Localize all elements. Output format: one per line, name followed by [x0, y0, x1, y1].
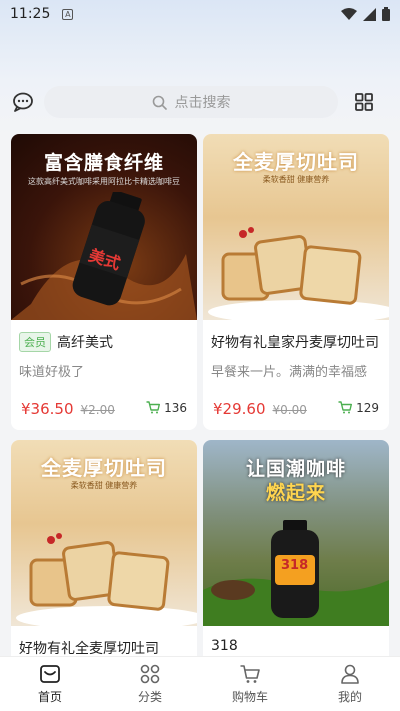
nav-label: 首页	[37, 690, 62, 704]
nav-label: 我的	[337, 690, 362, 704]
product-image[interactable]: 让国潮咖啡 燃起来 318	[203, 440, 389, 626]
image-title: 全麦厚切吐司	[233, 150, 359, 174]
product-desc: 味道好极了	[19, 365, 85, 380]
image-subtitle: 这款高纤美式咖啡采用阿拉比卡精选咖啡豆	[28, 177, 180, 186]
nav-label: 购物车	[231, 690, 268, 704]
cart-icon	[146, 401, 161, 414]
product-price: ¥36.50	[21, 400, 74, 418]
cart-icon	[240, 665, 260, 683]
battery-icon	[382, 7, 390, 21]
nav-item-cart[interactable]: 购物车	[200, 657, 300, 711]
image-title-2: 燃起来	[265, 482, 326, 504]
add-to-cart-button[interactable]: 129	[338, 401, 379, 415]
original-price: ¥0.00	[272, 403, 307, 417]
cart-icon	[338, 401, 353, 414]
product-grid: 富含膳食纤维 这款高纤美式咖啡采用阿拉比卡精选咖啡豆 美式 会员 高纤美式 味道…	[11, 134, 389, 711]
product-name: 好物有礼全麦厚切吐司	[19, 641, 159, 657]
product-desc: 早餐来一片。满满的幸福感	[211, 365, 368, 380]
wifi-icon	[341, 7, 357, 20]
nav-item-category[interactable]: 分类	[100, 657, 200, 711]
add-to-cart-button[interactable]: 136	[146, 401, 187, 415]
product-image[interactable]: 全麦厚切吐司 柔软香甜 健康营养	[11, 440, 197, 626]
status-bar: 11:25 A	[0, 0, 400, 28]
grid-view-icon[interactable]	[355, 93, 373, 111]
image-title: 富含膳食纤维	[43, 152, 164, 174]
cart-count: 129	[356, 400, 379, 415]
image-product-label: 318	[281, 558, 309, 573]
message-icon[interactable]	[12, 92, 34, 112]
signal-icon	[363, 7, 376, 21]
status-time: 11:25	[10, 6, 51, 22]
original-price: ¥2.00	[80, 403, 115, 417]
toast-graphic	[208, 227, 389, 320]
nav-label: 分类	[137, 690, 162, 704]
nav-item-profile[interactable]: 我的	[300, 657, 400, 711]
search-row: 点击搜索	[0, 86, 400, 118]
member-badge: 会员	[19, 332, 51, 352]
nav-item-home[interactable]: 首页	[0, 657, 100, 711]
product-card[interactable]: 富含膳食纤维 这款高纤美式咖啡采用阿拉比卡精选咖啡豆 美式 会员 高纤美式 味道…	[11, 134, 197, 430]
bottom-nav: 首页 分类 购物车 我的	[0, 656, 400, 711]
product-image[interactable]: 全麦厚切吐司 柔软香甜 健康营养	[203, 134, 389, 320]
cart-count: 136	[164, 400, 187, 415]
product-name: 318	[211, 638, 238, 654]
product-name: 好物有礼皇家丹麦厚切吐司	[211, 335, 379, 351]
home-icon	[40, 665, 60, 683]
product-price: ¥29.60	[213, 400, 266, 418]
search-input[interactable]: 点击搜索	[44, 86, 338, 118]
image-title: 让国潮咖啡	[245, 458, 346, 480]
product-name: 高纤美式	[57, 335, 113, 351]
product-card[interactable]: 全麦厚切吐司 柔软香甜 健康营养 好物有礼皇家丹麦厚切吐司 早餐来一片。满满的幸…	[203, 134, 389, 430]
image-subtitle: 柔软香甜 健康营养	[262, 175, 330, 184]
search-icon	[152, 95, 167, 110]
profile-icon	[341, 664, 359, 684]
image-title: 全麦厚切吐司	[41, 456, 167, 480]
image-subtitle: 柔软香甜 健康营养	[70, 481, 138, 490]
search-placeholder: 点击搜索	[174, 95, 231, 111]
notification-icon: A	[62, 8, 74, 20]
product-image[interactable]: 富含膳食纤维 这款高纤美式咖啡采用阿拉比卡精选咖啡豆 美式	[11, 134, 197, 320]
toast-graphic	[16, 533, 197, 626]
category-icon	[140, 664, 160, 684]
